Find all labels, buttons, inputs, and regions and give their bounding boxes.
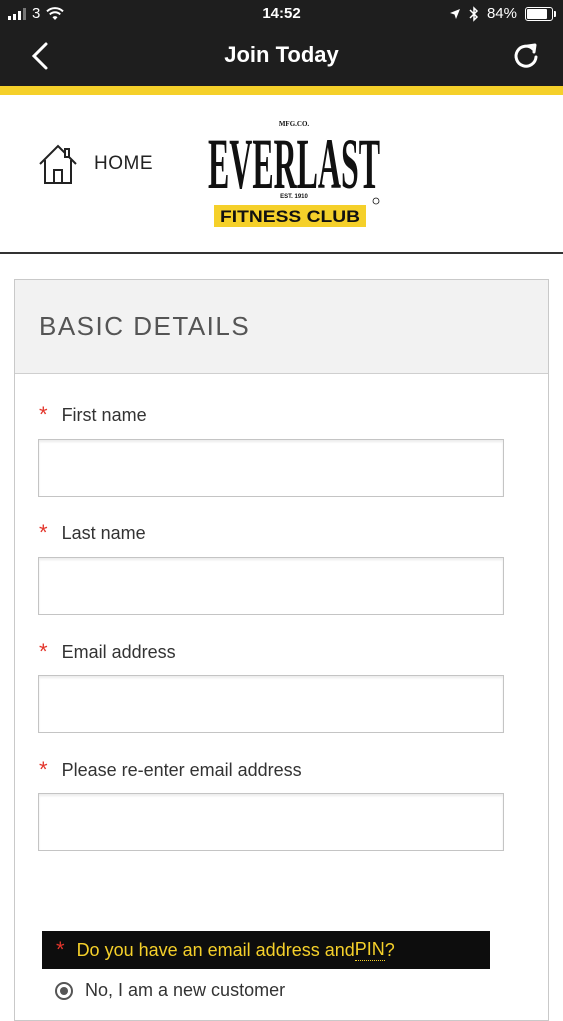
email-input[interactable] (38, 675, 504, 733)
refresh-button[interactable] (511, 40, 541, 72)
home-icon (39, 144, 77, 184)
required-marker: * (39, 639, 48, 664)
location-arrow-icon (449, 8, 460, 19)
basic-details-card: BASIC DETAILS * First name * Last name *… (14, 279, 549, 1021)
required-marker: * (39, 402, 48, 427)
svg-text:EST. 1910: EST. 1910 (280, 194, 308, 200)
svg-text:FITNESS CLUB: FITNESS CLUB (220, 207, 360, 226)
last-name-input[interactable] (38, 557, 504, 615)
last-name-label: * Last name (39, 522, 146, 544)
page-title: Join Today (224, 42, 339, 67)
top-bar: 3 14:52 84% Join Today (0, 0, 563, 86)
status-right: 84% (449, 5, 556, 22)
last-name-label-text: Last name (61, 522, 146, 543)
header-divider (0, 252, 563, 254)
new-customer-label: No, I am a new customer (85, 980, 286, 1000)
bluetooth-icon (469, 5, 479, 22)
email-label-text: Email address (61, 641, 176, 662)
radio-button[interactable] (55, 981, 73, 1000)
email-label: * Email address (39, 641, 176, 663)
pin-link[interactable]: PIN (354, 939, 385, 961)
confirm-email-label-text: Please re-enter email address (61, 759, 302, 780)
first-name-label: * First name (39, 404, 147, 426)
everlast-logo: MFG.CO. EVERLAST EST. 1910 FITNESS CLUB (208, 120, 380, 227)
status-bar: 3 14:52 84% (0, 0, 563, 30)
new-customer-option[interactable]: No, I am a new customer (55, 980, 285, 1001)
section-title: BASIC DETAILS (15, 280, 548, 374)
battery-icon (525, 6, 556, 21)
confirm-email-label: * Please re-enter email address (39, 759, 302, 781)
pin-question: * Do you have an email address and PIN ? (42, 931, 490, 969)
first-name-label-text: First name (61, 404, 147, 425)
confirm-email-input[interactable] (38, 793, 504, 851)
svg-text:EVERLAST: EVERLAST (208, 124, 380, 204)
home-label: HOME (94, 153, 153, 174)
first-name-input[interactable] (38, 439, 504, 497)
required-marker: * (56, 937, 65, 962)
pin-question-suffix: ? (384, 939, 395, 960)
accent-bar (0, 86, 563, 95)
pin-question-prefix: Do you have an email address and (76, 939, 355, 960)
battery-percent: 84% (486, 5, 517, 22)
required-marker: * (39, 520, 48, 545)
required-marker: * (39, 757, 48, 782)
home-link[interactable]: HOME (38, 143, 153, 185)
